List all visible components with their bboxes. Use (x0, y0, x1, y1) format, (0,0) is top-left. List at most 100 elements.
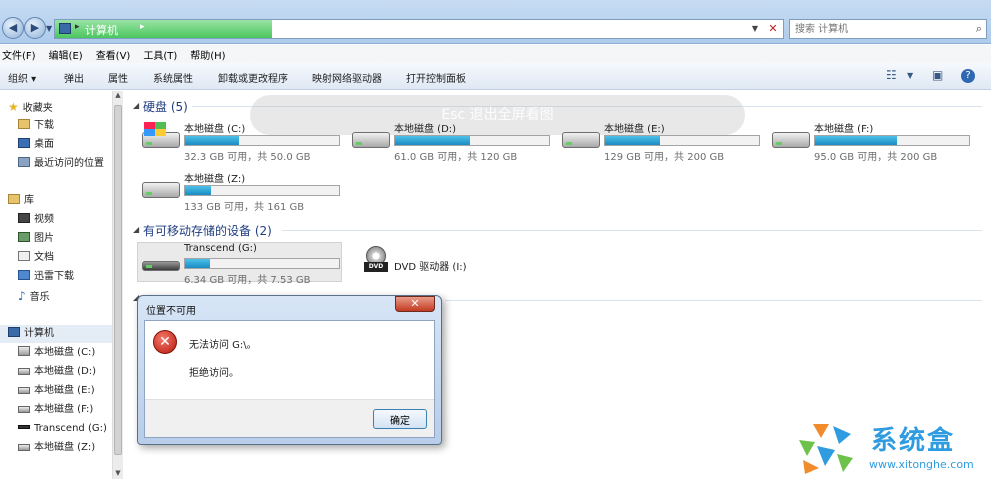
uninstall-program-button[interactable]: 卸载或更改程序 (218, 70, 288, 85)
sidebar-computer[interactable]: 计算机 (0, 325, 112, 343)
title-bar: ◀ ▶ ▼ ▸ 计算机 ▸ ▼ ✕ ⌕ (0, 0, 991, 44)
drive-label: 本地磁盘 (E:) (604, 124, 665, 135)
collapse-arrow-icon[interactable]: ◢ (133, 225, 139, 234)
logo-name: 系统盒 (871, 426, 956, 456)
drive-usage-fill (605, 136, 661, 145)
drive-space-info: 129 GB 可用，共 200 GB (604, 152, 725, 163)
drive-usage-bar (394, 135, 550, 146)
menu-view[interactable]: 查看(V) (94, 45, 136, 63)
drive-space-info: 61.0 GB 可用，共 120 GB (394, 152, 518, 163)
help-icon[interactable]: ? (961, 69, 975, 83)
sidebar-item-drive-f[interactable]: 本地磁盘 (F:) (18, 401, 93, 419)
change-view-icon[interactable]: ☷ (886, 68, 897, 82)
section-divider (445, 300, 982, 301)
map-network-drive-button[interactable]: 映射网络驱动器 (312, 70, 382, 85)
search-box[interactable]: ⌕ (789, 19, 987, 39)
breadcrumb-computer[interactable]: 计算机 (85, 22, 118, 38)
preview-pane-icon[interactable]: ▣ (932, 68, 943, 82)
drive-space-info: 32.3 GB 可用，共 50.0 GB (184, 152, 311, 163)
system-properties-button[interactable]: 系统属性 (153, 70, 193, 85)
hard-drive-icon (142, 182, 180, 198)
scroll-up-icon[interactable]: ▲ (113, 91, 123, 101)
menu-edit[interactable]: 编辑(E) (47, 45, 88, 63)
breadcrumb-arrow-icon[interactable]: ▸ (140, 22, 145, 32)
download-folder-icon (18, 270, 30, 280)
drive-usage-fill (815, 136, 897, 145)
drive-item-dvd[interactable]: DVD DVD 驱动器 (I:) (360, 242, 500, 282)
drive-usage-fill (185, 136, 239, 145)
drive-label: 本地磁盘 (C:) (184, 124, 246, 135)
sidebar-item-thunder-downloads[interactable]: 迅雷下载 (18, 268, 74, 286)
drive-usage-fill (185, 186, 212, 195)
drive-item-c[interactable]: 本地磁盘 (C:) 32.3 GB 可用，共 50.0 GB (138, 120, 343, 163)
menu-help[interactable]: 帮助(H) (188, 45, 230, 63)
hard-drive-icon (562, 132, 600, 148)
recent-places-icon (18, 157, 30, 167)
address-bar[interactable]: ▸ 计算机 ▸ (54, 19, 784, 39)
drive-space-info: 95.0 GB 可用，共 200 GB (814, 152, 938, 163)
eject-button[interactable]: 弹出 (64, 70, 84, 85)
section-hard-disks[interactable]: 硬盘 (5) (143, 98, 188, 115)
search-icon[interactable]: ⌕ (976, 22, 982, 36)
sidebar-item-drive-z[interactable]: 本地磁盘 (Z:) (18, 439, 95, 457)
library-icon (8, 194, 20, 204)
stop-icon[interactable]: ✕ (764, 20, 782, 38)
breadcrumb-arrow-icon[interactable]: ▸ (75, 22, 80, 32)
sidebar-item-drive-d[interactable]: 本地磁盘 (D:) (18, 363, 96, 381)
search-input[interactable] (790, 20, 960, 38)
hard-drive-icon (18, 444, 30, 451)
sidebar-libraries[interactable]: 库 (8, 192, 34, 210)
usb-drive-icon (142, 261, 180, 271)
scroll-thumb[interactable] (114, 105, 122, 455)
ok-button[interactable]: 确定 (373, 409, 427, 429)
drive-item-f[interactable]: 本地磁盘 (F:) 95.0 GB 可用，共 200 GB (768, 120, 973, 163)
hard-drive-icon (18, 406, 30, 413)
usb-drive-icon (18, 425, 30, 429)
sidebar-item-drive-g[interactable]: Transcend (G:) (18, 420, 107, 438)
organize-button[interactable]: 组织 ▾ (8, 70, 36, 85)
scroll-down-icon[interactable]: ▼ (113, 469, 123, 479)
drive-usage-fill (185, 259, 210, 268)
sidebar-item-desktop[interactable]: 桌面 (18, 136, 54, 154)
sidebar-item-drive-e[interactable]: 本地磁盘 (E:) (18, 382, 95, 400)
address-dropdown-icon[interactable]: ▼ (748, 20, 762, 38)
recent-pages-dropdown[interactable]: ▼ (46, 24, 52, 33)
drive-space-info: 133 GB 可用，共 161 GB (184, 202, 305, 213)
location-unavailable-dialog: 位置不可用 ✕ ✕ 无法访问 G:\。 拒绝访问。 确定 (137, 295, 442, 445)
sidebar-item-music[interactable]: ♪ 音乐 (18, 287, 50, 305)
hard-drive-icon (18, 368, 30, 375)
menu-bar: 文件(F) 编辑(E) 查看(V) 工具(T) 帮助(H) (0, 45, 991, 63)
open-control-panel-button[interactable]: 打开控制面板 (406, 70, 466, 85)
sidebar-item-drive-c[interactable]: 本地磁盘 (C:) (18, 344, 95, 362)
back-button[interactable]: ◀ (2, 17, 24, 39)
drive-item-d[interactable]: 本地磁盘 (D:) 61.0 GB 可用，共 120 GB (348, 120, 553, 163)
sidebar-item-pictures[interactable]: 图片 (18, 230, 54, 248)
view-dropdown-icon[interactable]: ▼ (907, 71, 913, 80)
sidebar-item-recent-places[interactable]: 最近访问的位置 (18, 155, 104, 173)
menu-tools[interactable]: 工具(T) (141, 45, 182, 63)
drive-usage-bar (184, 135, 340, 146)
dialog-footer: 确定 (145, 399, 434, 437)
drive-item-g[interactable]: Transcend (G:) 6.34 GB 可用，共 7.53 GB (137, 242, 342, 286)
dialog-close-button[interactable]: ✕ (395, 296, 435, 312)
sidebar-favorites[interactable]: ★ 收藏夹 (8, 98, 53, 116)
forward-button[interactable]: ▶ (24, 17, 46, 39)
pictures-icon (18, 232, 30, 242)
drive-space-info: 6.34 GB 可用，共 7.53 GB (184, 275, 311, 286)
menu-file[interactable]: 文件(F) (0, 45, 41, 63)
sidebar-scrollbar[interactable]: ▲ ▼ (112, 91, 123, 479)
windows-logo-icon (144, 122, 166, 136)
system-drive-icon (18, 346, 30, 356)
sidebar-item-downloads[interactable]: 下载 (18, 117, 54, 135)
drive-item-e[interactable]: 本地磁盘 (E:) 129 GB 可用，共 200 GB (558, 120, 763, 163)
drive-label: 本地磁盘 (Z:) (184, 174, 246, 185)
logo-mark-icon (799, 424, 853, 474)
section-removable-storage[interactable]: 有可移动存储的设备 (2) (143, 222, 272, 239)
error-icon: ✕ (153, 330, 177, 354)
properties-button[interactable]: 属性 (108, 70, 128, 85)
drive-item-z[interactable]: 本地磁盘 (Z:) 133 GB 可用，共 161 GB (138, 170, 343, 213)
collapse-arrow-icon[interactable]: ◢ (133, 101, 139, 110)
dialog-detail: 拒绝访问。 (189, 368, 239, 379)
sidebar-item-documents[interactable]: 文档 (18, 249, 54, 267)
sidebar-item-videos[interactable]: 视频 (18, 211, 54, 229)
